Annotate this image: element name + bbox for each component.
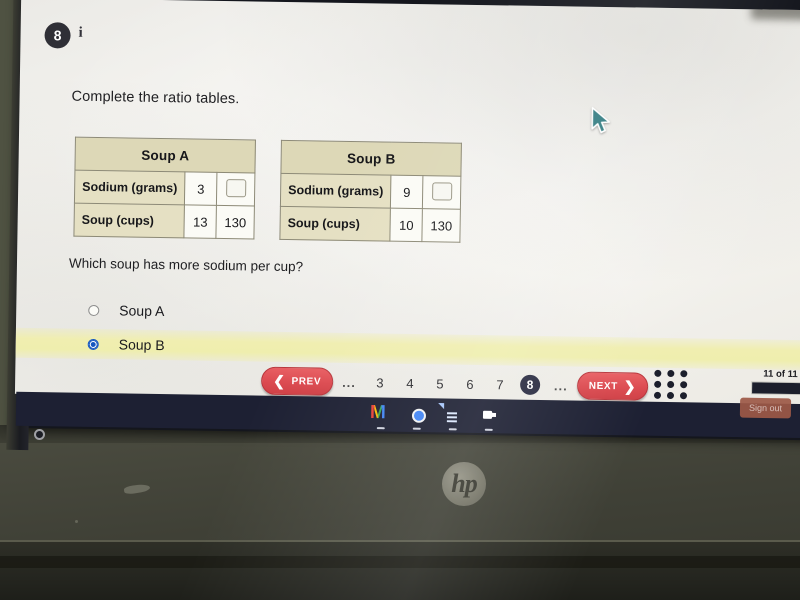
app-running-indicator <box>412 427 421 430</box>
radio-button-selected-icon[interactable] <box>87 338 99 350</box>
ratio-table-soup-b: Soup B Sodium (grams) 9 Soup (cups) 10 1… <box>279 140 462 243</box>
grid-dot <box>680 370 688 378</box>
grid-dot <box>667 369 675 378</box>
cell-value: 9 <box>390 175 424 209</box>
grid-dot <box>654 369 662 377</box>
table-row: Sodium (grams) 9 <box>280 173 462 210</box>
browser-content: 8 i Complete the ratio tables. Soup A So… <box>14 0 800 407</box>
video-meet-icon[interactable] <box>478 404 500 431</box>
page-number-5[interactable]: 5 <box>425 376 455 391</box>
grid-dot <box>680 381 688 389</box>
next-button-label: NEXT <box>588 380 618 392</box>
page-title: Complete the ratio tables. <box>71 88 240 108</box>
sign-out-button[interactable]: Sign out <box>739 397 792 419</box>
page-number-3[interactable]: 3 <box>365 375 395 390</box>
progress-bar <box>751 381 800 396</box>
grid-dot <box>653 391 662 399</box>
cell-value: 10 <box>390 208 423 242</box>
page-number-7[interactable]: 7 <box>485 377 515 392</box>
prev-button-label: PREV <box>291 375 322 388</box>
table-title: Soup B <box>280 140 462 177</box>
table-header-row: Soup A <box>74 137 256 173</box>
table-title: Soup A <box>74 137 256 173</box>
grid-dots-icon[interactable] <box>653 369 689 400</box>
table-header-row: Soup B <box>280 140 462 177</box>
progress-bar-fill <box>752 382 800 395</box>
cell-value: 13 <box>184 204 217 239</box>
row-label: Soup (cups) <box>279 206 391 242</box>
taskbar-icons: M <box>369 401 500 431</box>
choice-label: Soup A <box>119 302 165 320</box>
question-number-badge: 8 <box>44 22 71 49</box>
chevron-left-icon: ❮ <box>273 372 286 389</box>
cell-value: 130 <box>422 208 461 243</box>
cell-value: 130 <box>216 205 255 239</box>
grid-dot <box>679 392 688 400</box>
row-label: Sodium (grams) <box>74 170 186 205</box>
table-row: Soup (cups) 10 130 <box>279 206 461 243</box>
info-icon[interactable]: i <box>78 25 82 42</box>
page-number-8-active[interactable]: 8 <box>519 374 541 395</box>
blank-input-box[interactable] <box>225 178 246 197</box>
grid-dot <box>667 380 675 389</box>
deck-speck <box>75 520 78 523</box>
trailing-ellipsis: ... <box>553 377 568 393</box>
chevron-right-icon: ❯ <box>623 378 637 395</box>
table-row: Sodium (grams) 3 <box>74 170 256 206</box>
laptop-front-lip <box>0 540 800 600</box>
sub-question-text: Which soup has more sodium per cup? <box>68 255 304 275</box>
prev-button[interactable]: ❮ PREV <box>260 366 334 396</box>
camera-lens <box>490 411 497 418</box>
page-number-4[interactable]: 4 <box>395 375 425 390</box>
row-label: Soup (cups) <box>73 203 185 238</box>
app-running-indicator <box>448 428 457 431</box>
page-number-6[interactable]: 6 <box>455 376 485 391</box>
google-docs-icon[interactable] <box>442 403 464 431</box>
answered-count-label: 11 of 11 ans <box>763 368 800 381</box>
leading-ellipsis: ... <box>342 374 357 390</box>
gmail-icon[interactable]: M <box>369 401 392 430</box>
ratio-table-soup-a: Soup A Sodium (grams) 3 Soup (cups) 13 1… <box>73 137 256 240</box>
camera-dot-icon <box>34 429 45 440</box>
hp-logo: hp <box>442 462 486 506</box>
radio-button-icon[interactable] <box>88 304 100 316</box>
gmail-glyph: M <box>369 401 387 424</box>
chrome-icon[interactable] <box>406 403 428 430</box>
photo-scene: hp 8 i Complete the ratio tables. Soup A… <box>0 0 800 600</box>
choice-label: Soup B <box>118 336 165 354</box>
answer-blank-cell[interactable] <box>216 172 256 206</box>
app-running-indicator <box>484 428 493 431</box>
cell-value: 3 <box>184 171 218 206</box>
answer-blank-cell[interactable] <box>422 175 462 210</box>
table-row: Soup (cups) 13 130 <box>73 203 255 239</box>
blank-input-box[interactable] <box>431 181 452 201</box>
grid-dot <box>654 380 662 388</box>
grid-dot <box>666 391 675 400</box>
next-button[interactable]: NEXT ❯ <box>576 371 649 401</box>
app-running-indicator <box>376 427 385 430</box>
laptop-front-shadow <box>0 556 800 568</box>
row-label: Sodium (grams) <box>280 173 392 209</box>
